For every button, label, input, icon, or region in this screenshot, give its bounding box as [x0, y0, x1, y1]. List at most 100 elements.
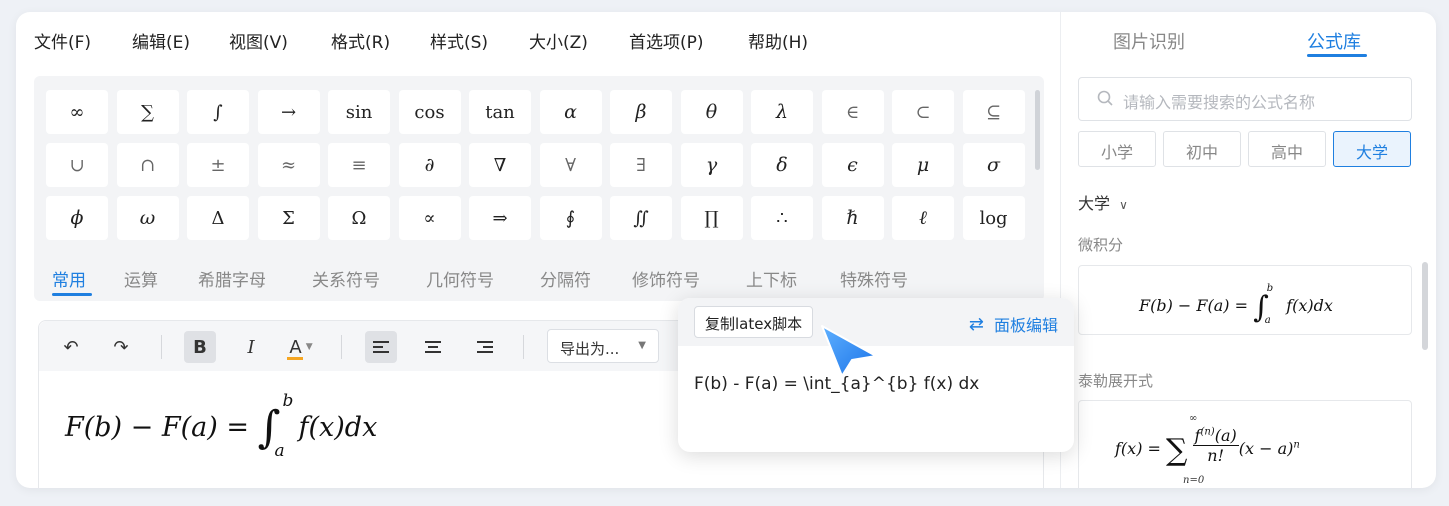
formula-search-input[interactable]: 请输入需要搜索的公式名称 [1078, 77, 1412, 121]
symbol-nabla-button[interactable]: ∇ [469, 143, 531, 187]
text-color-button[interactable]: A ▼ [279, 331, 323, 363]
tab-greek[interactable]: 希腊字母 [198, 266, 266, 291]
symbol-element-of-button[interactable]: ∈ [821, 90, 884, 134]
sum-upper: ∞ [1189, 413, 1198, 424]
symbol-cos-button[interactable]: cos [398, 90, 461, 134]
level-university-button[interactable]: 大学 [1333, 131, 1411, 167]
tab-decorations[interactable]: 修饰符号 [632, 266, 700, 291]
symbol-hbar-button[interactable]: ℏ [821, 196, 884, 240]
tab-operations[interactable]: 运算 [124, 266, 158, 291]
symbol-exists-button[interactable]: ∃ [610, 143, 672, 187]
symbol-epsilon-button[interactable]: ϵ [821, 143, 884, 187]
toolbar-divider [161, 335, 162, 359]
tab-geometry[interactable]: 几何符号 [426, 266, 494, 291]
align-left-button[interactable] [365, 331, 397, 363]
symbol-integral-button[interactable]: ∫ [187, 90, 249, 134]
align-left-icon [373, 341, 389, 353]
level-junior-button[interactable]: 初中 [1163, 131, 1241, 167]
undo-button[interactable]: ↶ [55, 331, 87, 363]
level-primary-button[interactable]: 小学 [1078, 131, 1156, 167]
symbol-capital-omega-button[interactable]: Ω [328, 196, 390, 240]
symbol-subset-button[interactable]: ⊂ [892, 90, 954, 134]
symbol-alpha-button[interactable]: α [539, 90, 602, 134]
chevron-down-icon: ▼ [305, 342, 313, 352]
symbol-for-all-button[interactable]: ∀ [539, 143, 602, 187]
symbol-delta-button[interactable]: δ [751, 143, 813, 187]
symbol-equiv-button[interactable]: ≡ [328, 143, 390, 187]
menu-style[interactable]: 样式(S) [430, 28, 488, 53]
symbol-palette: ∞ ∑ ∫ → sin cos tan α β θ λ ∈ ⊂ ⊆ ∪ ∩ ± ≈ ≡ ∂ ∇ ∀ ∃ γ δ ϵ μ σ ϕ ω Δ Σ Ω ∝… [34, 76, 1044, 301]
upper-limit: b [282, 390, 294, 411]
menu-bar: 文件(F) 编辑(E) 视图(V) 格式(R) 样式(S) 大小(Z) 首选项(… [16, 12, 1060, 66]
symbol-right-arrow-button[interactable]: → [257, 90, 320, 134]
menu-format[interactable]: 格式(R) [331, 28, 390, 53]
palette-scrollbar[interactable] [1035, 90, 1040, 170]
level-dropdown-label: 大学 [1078, 194, 1111, 213]
symbol-partial-button[interactable]: ∂ [398, 143, 461, 187]
tab-delimiters[interactable]: 分隔符 [540, 266, 591, 291]
symbol-tan-button[interactable]: tan [469, 90, 531, 134]
menu-edit[interactable]: 编辑(E) [132, 28, 190, 53]
symbol-implies-button[interactable]: ⇒ [469, 196, 531, 240]
formula-card-taylor[interactable]: f(x) = ∑ f(n)(a) n! (x − a)n ∞ n=0 [1078, 400, 1412, 488]
symbol-gamma-button[interactable]: γ [680, 143, 743, 187]
card-formula: F(b) − F(a) = ∫ab f(x)dx [1139, 282, 1333, 327]
copy-latex-button[interactable]: 复制latex脚本 [694, 306, 814, 338]
align-center-icon [425, 341, 441, 353]
menu-file[interactable]: 文件(F) [34, 28, 91, 53]
menu-help[interactable]: 帮助(H) [748, 28, 808, 53]
tab-special[interactable]: 特殊符号 [840, 266, 908, 291]
formula-card-calculus[interactable]: F(b) − F(a) = ∫ab f(x)dx [1078, 265, 1412, 335]
symbol-capital-delta-button[interactable]: Δ [187, 196, 249, 240]
level-senior-button[interactable]: 高中 [1248, 131, 1326, 167]
symbol-product-button[interactable]: ∏ [680, 196, 743, 240]
symbol-plus-minus-button[interactable]: ± [187, 143, 249, 187]
bold-icon: B [193, 336, 207, 358]
align-right-button[interactable] [469, 331, 501, 363]
symbol-therefore-button[interactable]: ∴ [751, 196, 813, 240]
bold-button[interactable]: B [184, 331, 216, 363]
symbol-ell-button[interactable]: ℓ [892, 196, 954, 240]
text-color-letter: A [289, 336, 302, 358]
tab-common[interactable]: 常用 [52, 266, 86, 291]
symbol-capital-sigma-button[interactable]: Σ [257, 196, 320, 240]
symbol-double-integral-button[interactable]: ∬ [610, 196, 672, 240]
symbol-intersection-button[interactable]: ∩ [116, 143, 179, 187]
symbol-proportional-button[interactable]: ∝ [398, 196, 461, 240]
symbol-infinity-button[interactable]: ∞ [46, 90, 108, 134]
symbol-approx-button[interactable]: ≈ [257, 143, 320, 187]
italic-button[interactable]: I [235, 331, 267, 363]
panel-edit-button[interactable]: ⇄ 面板编辑 [969, 312, 1058, 336]
menu-preferences[interactable]: 首选项(P) [629, 28, 704, 53]
redo-button[interactable]: ↷ [105, 331, 137, 363]
symbol-theta-button[interactable]: θ [680, 90, 743, 134]
sum-lower: n=0 [1183, 475, 1205, 486]
symbol-contour-integral-button[interactable]: ∮ [539, 196, 602, 240]
menu-size[interactable]: 大小(Z) [529, 28, 588, 53]
symbol-mu-button[interactable]: μ [892, 143, 954, 187]
symbol-union-button[interactable]: ∪ [46, 143, 108, 187]
section-label-taylor: 泰勒展开式 [1078, 372, 1154, 390]
symbol-sigma-button[interactable]: σ [962, 143, 1025, 187]
symbol-phi-button[interactable]: ϕ [46, 196, 108, 240]
symbol-sin-button[interactable]: sin [328, 90, 390, 134]
symbol-sum-button[interactable]: ∑ [116, 90, 179, 134]
symbol-subset-eq-button[interactable]: ⊆ [962, 90, 1025, 134]
symbol-log-button[interactable]: log [962, 196, 1025, 240]
align-center-button[interactable] [417, 331, 449, 363]
text-color-icon: A [287, 336, 304, 360]
chevron-down-icon: ▼ [638, 340, 646, 351]
level-dropdown[interactable]: 大学 ∨ [1078, 190, 1128, 214]
symbol-beta-button[interactable]: β [610, 90, 672, 134]
symbol-lambda-button[interactable]: λ [751, 90, 813, 134]
symbol-omega-button[interactable]: ω [116, 196, 179, 240]
undo-icon: ↶ [63, 336, 79, 358]
library-scrollbar[interactable] [1422, 262, 1428, 350]
toolbar-divider [341, 335, 342, 359]
tab-relations[interactable]: 关系符号 [312, 266, 380, 291]
tab-scripts[interactable]: 上下标 [746, 266, 797, 291]
tab-formula-library[interactable]: 公式库 [1307, 28, 1361, 54]
export-dropdown[interactable]: 导出为... ▼ [547, 329, 659, 363]
tab-image-recognition[interactable]: 图片识别 [1113, 28, 1185, 54]
menu-view[interactable]: 视图(V) [229, 28, 288, 53]
